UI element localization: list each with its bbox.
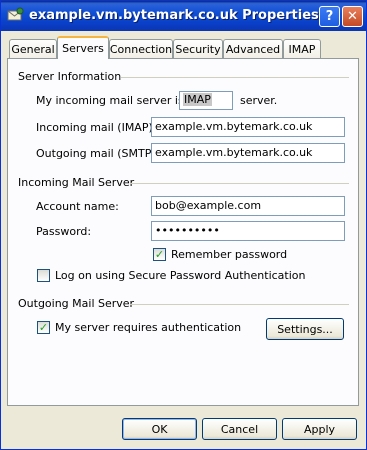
cancel-button[interactable]: Cancel bbox=[202, 418, 277, 440]
properties-dialog: example.vm.bytemark.co.uk Properties ? ✕… bbox=[0, 0, 367, 450]
settings-button[interactable]: Settings... bbox=[266, 318, 344, 340]
tab-label: Connection bbox=[109, 42, 173, 56]
tab-label: Security bbox=[175, 42, 221, 56]
ok-button[interactable]: OK bbox=[122, 418, 197, 440]
incoming-type-suffix: server. bbox=[240, 94, 278, 107]
tab-label: Advanced bbox=[225, 42, 281, 56]
tab-label: IMAP bbox=[288, 42, 316, 56]
servers-tab-panel: Server Information My incoming mail serv… bbox=[7, 58, 359, 406]
mail-account-icon bbox=[7, 7, 24, 23]
requires-auth-label: My server requires authentication bbox=[55, 321, 242, 334]
spa-checkbox[interactable] bbox=[37, 269, 50, 282]
section-divider bbox=[130, 183, 349, 184]
tab-general[interactable]: General bbox=[9, 39, 57, 58]
incoming-server-type-field: IMAP bbox=[179, 91, 233, 110]
incoming-type-prefix: My incoming mail server is a bbox=[36, 94, 194, 107]
title-bar[interactable]: example.vm.bytemark.co.uk Properties ? ✕ bbox=[1, 1, 366, 31]
account-name-value: bob@example.com bbox=[155, 199, 262, 212]
spa-label: Log on using Secure Password Authenticat… bbox=[55, 269, 306, 282]
close-button[interactable]: ✕ bbox=[342, 6, 363, 27]
account-name-input[interactable]: bob@example.com bbox=[151, 196, 345, 216]
section-divider bbox=[121, 77, 349, 78]
checkmark-icon: ✓ bbox=[38, 321, 49, 334]
tab-advanced[interactable]: Advanced bbox=[223, 39, 283, 58]
section-divider bbox=[130, 304, 349, 305]
tab-security[interactable]: Security bbox=[173, 39, 223, 58]
checkmark-icon: ✓ bbox=[154, 248, 165, 261]
requires-auth-checkbox[interactable]: ✓ bbox=[37, 321, 50, 334]
outgoing-mail-server-heading: Outgoing Mail Server bbox=[18, 297, 135, 310]
tab-label: General bbox=[11, 42, 55, 56]
tab-imap[interactable]: IMAP bbox=[283, 39, 321, 58]
cancel-button-label: Cancel bbox=[220, 422, 259, 436]
password-input[interactable]: •••••••••• bbox=[151, 221, 345, 241]
apply-button-label: Apply bbox=[303, 422, 336, 436]
tab-label: Servers bbox=[62, 42, 104, 55]
close-icon: ✕ bbox=[347, 9, 358, 24]
incoming-mail-label: Incoming mail (IMAP): bbox=[36, 121, 157, 134]
tab-servers[interactable]: Servers bbox=[57, 36, 109, 59]
server-information-heading: Server Information bbox=[18, 70, 122, 83]
ok-button-label: OK bbox=[151, 422, 168, 436]
help-icon: ? bbox=[325, 9, 334, 24]
tab-connection[interactable]: Connection bbox=[109, 39, 173, 58]
settings-button-label: Settings... bbox=[277, 322, 333, 336]
incoming-server-type-value: IMAP bbox=[183, 93, 212, 106]
remember-password-checkbox[interactable]: ✓ bbox=[153, 248, 166, 261]
outgoing-mail-server-input[interactable]: example.vm.bytemark.co.uk bbox=[151, 143, 345, 163]
incoming-mail-server-input[interactable]: example.vm.bytemark.co.uk bbox=[151, 117, 345, 137]
window-title: example.vm.bytemark.co.uk Properties bbox=[29, 8, 319, 23]
remember-password-label: Remember password bbox=[171, 248, 288, 261]
help-button[interactable]: ? bbox=[319, 6, 340, 27]
apply-button[interactable]: Apply bbox=[282, 418, 357, 440]
account-name-label: Account name: bbox=[36, 200, 119, 213]
incoming-mail-server-value: example.vm.bytemark.co.uk bbox=[155, 120, 313, 133]
outgoing-mail-label: Outgoing mail (SMTP): bbox=[36, 147, 160, 160]
outgoing-mail-server-value: example.vm.bytemark.co.uk bbox=[155, 146, 313, 159]
password-value: •••••••••• bbox=[155, 224, 220, 237]
incoming-mail-server-heading: Incoming Mail Server bbox=[18, 176, 135, 189]
password-label: Password: bbox=[36, 225, 92, 238]
